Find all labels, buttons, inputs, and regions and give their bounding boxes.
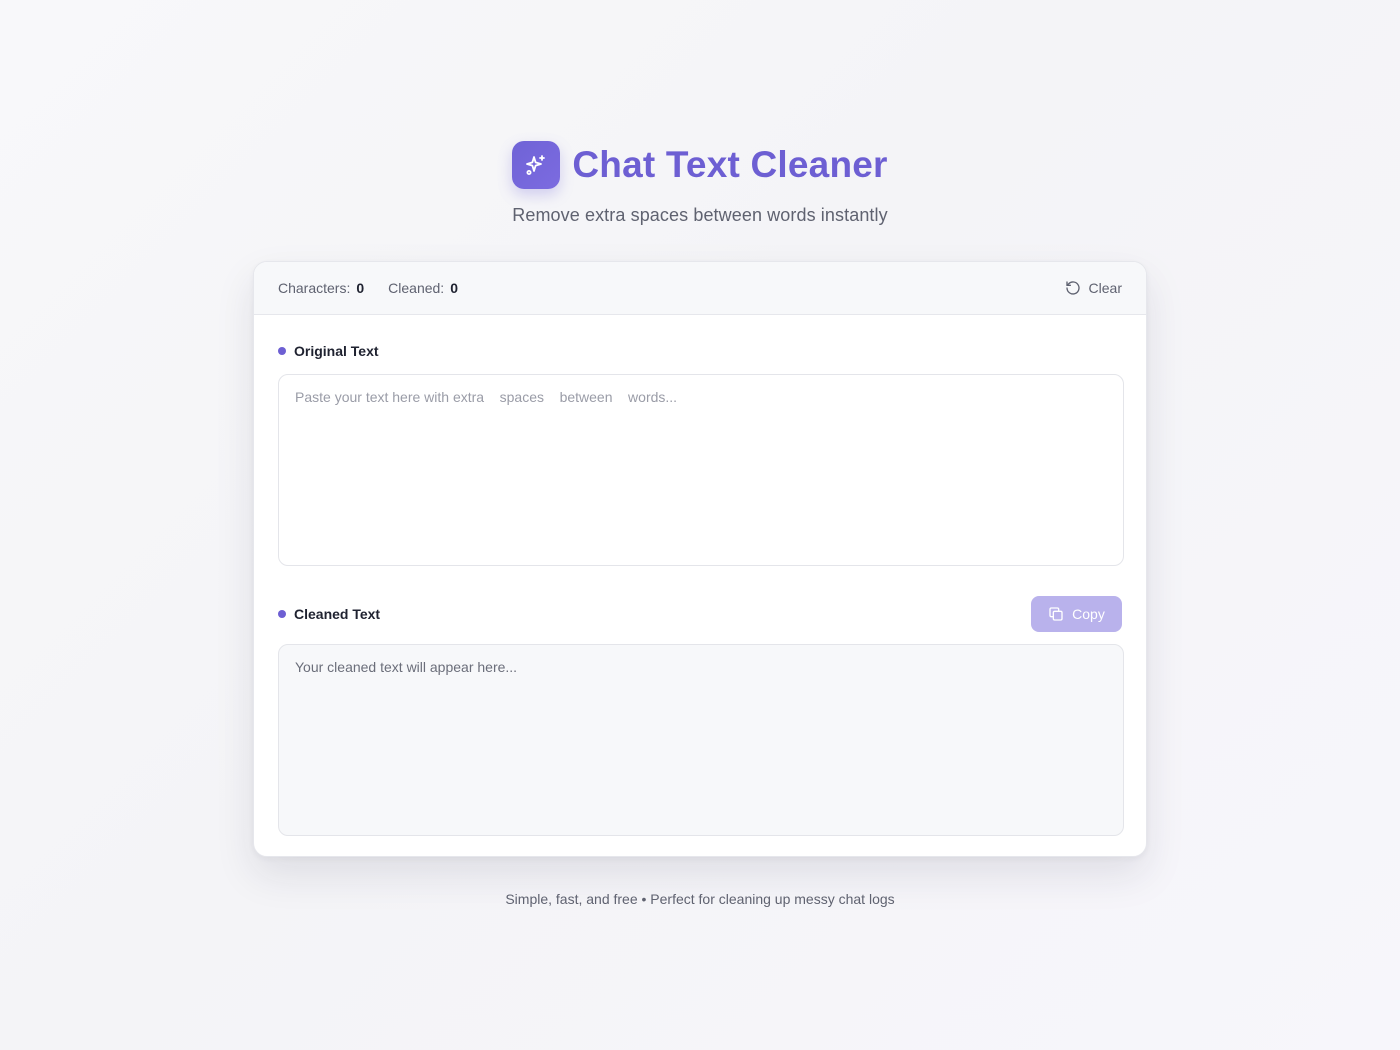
cleaned-text-label: Cleaned Text bbox=[278, 606, 380, 622]
characters-count: 0 bbox=[356, 280, 365, 296]
card-body: Original Text Cleaned Text Copy Your cle… bbox=[254, 315, 1146, 856]
rotate-ccw-icon bbox=[1065, 281, 1080, 295]
clear-button[interactable]: Clear bbox=[1065, 280, 1122, 296]
cleaned-stat: Cleaned: 0 bbox=[388, 280, 458, 296]
app-logo bbox=[512, 141, 561, 189]
cleaned-text-label-text: Cleaned Text bbox=[294, 606, 381, 622]
copy-icon bbox=[1049, 607, 1063, 621]
original-text-label: Original Text bbox=[278, 343, 379, 359]
cleaner-card: Characters: 0 Cleaned: 0 Clear Original Te… bbox=[253, 261, 1147, 857]
clear-button-label: Clear bbox=[1088, 280, 1122, 296]
bullet-dot bbox=[278, 610, 286, 618]
cleaned-text-output[interactable]: Your cleaned text will appear here... bbox=[278, 644, 1124, 836]
page-subtitle: Remove extra spaces between words instan… bbox=[512, 205, 888, 225]
characters-label: Characters: bbox=[278, 280, 351, 296]
original-text-label-text: Original Text bbox=[294, 343, 379, 359]
original-text-input[interactable] bbox=[278, 374, 1124, 566]
page-title: Chat Text Cleaner bbox=[572, 144, 888, 185]
copy-button-label: Copy bbox=[1072, 606, 1105, 622]
title-row: Chat Text Cleaner bbox=[512, 141, 887, 189]
bullet-dot bbox=[278, 347, 286, 355]
stats-bar: Characters: 0 Cleaned: 0 Clear bbox=[254, 262, 1146, 315]
cleaned-count: 0 bbox=[450, 280, 458, 296]
footer-text: Simple, fast, and free • Perfect for cle… bbox=[505, 891, 895, 907]
stats-group: Characters: 0 Cleaned: 0 bbox=[278, 280, 458, 296]
page-header: Chat Text Cleaner Remove extra spaces be… bbox=[0, 141, 1400, 226]
original-text-header: Original Text bbox=[278, 341, 1122, 361]
characters-stat: Characters: 0 bbox=[278, 280, 364, 296]
sparkles-icon bbox=[526, 155, 546, 175]
cleaned-text-header: Cleaned Text Copy bbox=[278, 596, 1122, 632]
copy-button[interactable]: Copy bbox=[1031, 596, 1122, 632]
cleaned-text-placeholder: Your cleaned text will appear here... bbox=[295, 659, 518, 675]
cleaned-label: Cleaned: bbox=[388, 280, 445, 296]
